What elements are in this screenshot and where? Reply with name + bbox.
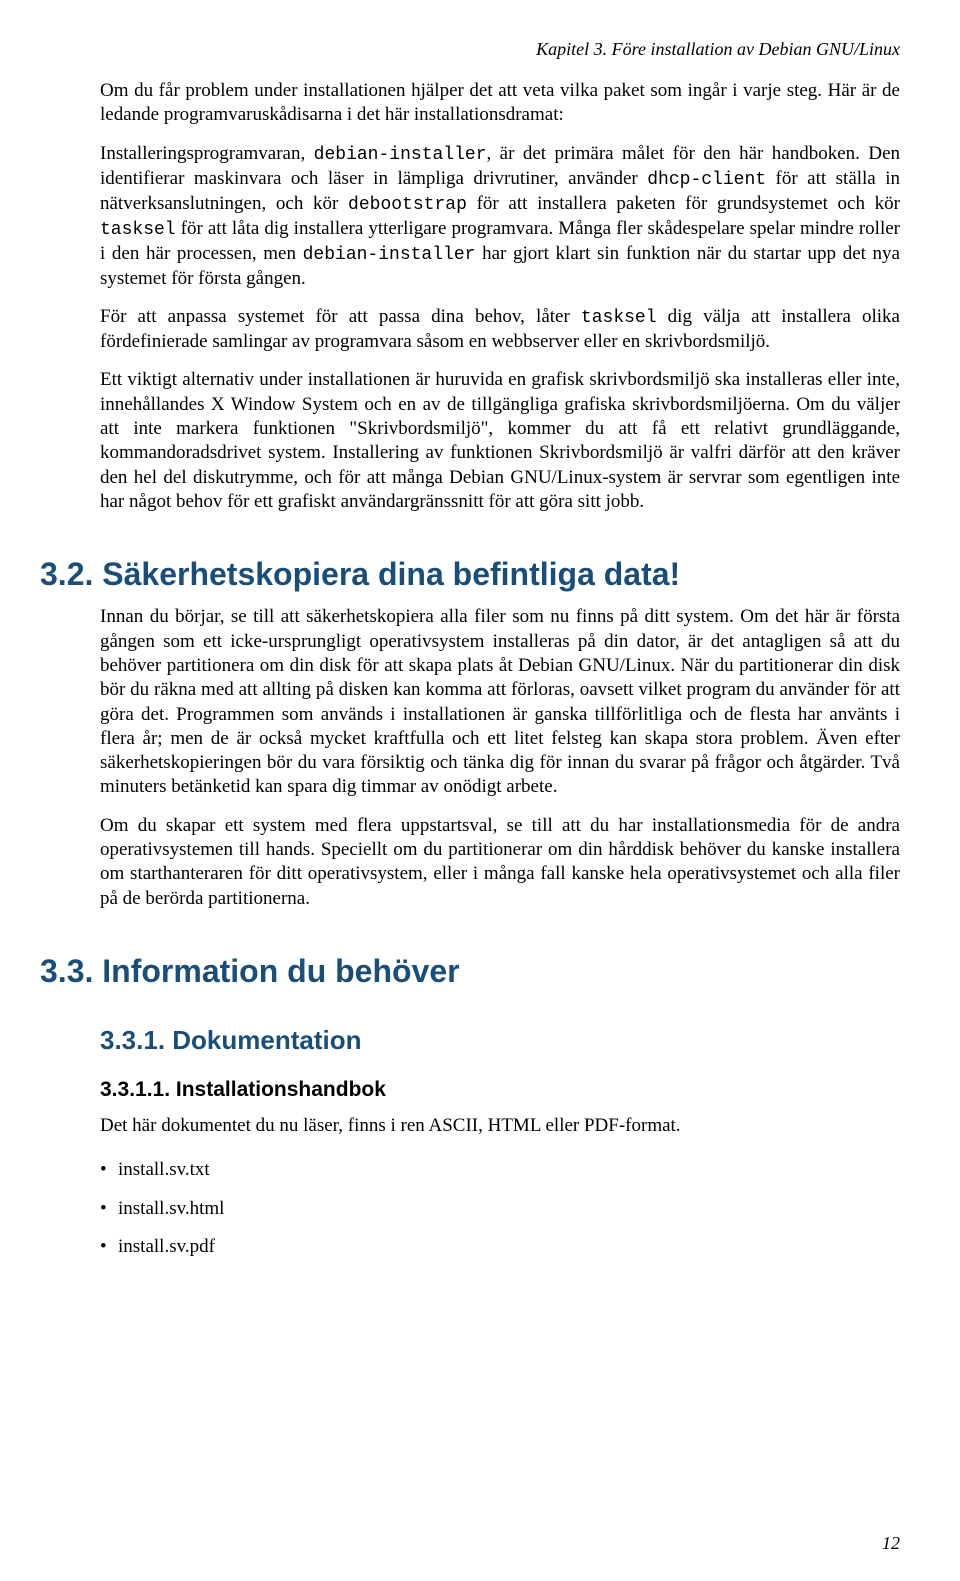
subsection-heading-3-3-1: 3.3.1. Dokumentation (100, 1024, 900, 1057)
body-text-block: Om du får problem under installationen h… (40, 79, 900, 514)
subsubsection-heading-3-3-1-1: 3.3.1.1. Installationshandbok (100, 1077, 900, 1104)
paragraph: Ett viktigt alternativ under installatio… (100, 368, 900, 514)
text-run: Installeringsprogramvaran, (100, 143, 314, 164)
section-heading-3-2: 3.2. Säkerhetskopiera dina befintliga da… (40, 554, 900, 595)
code-literal: debootstrap (348, 195, 467, 215)
code-literal: tasksel (100, 220, 176, 240)
section-3-2-body: Innan du börjar, se till att säkerhetsko… (40, 605, 900, 911)
running-head: Kapitel 3. Före installation av Debian G… (40, 38, 900, 61)
list-item: install.sv.html (100, 1197, 900, 1221)
page-number: 12 (882, 1532, 900, 1555)
text-run: för att installera paketen för grundsyst… (467, 193, 900, 214)
section-3-3-body: 3.3.1. Dokumentation 3.3.1.1. Installati… (40, 1024, 900, 1259)
paragraph: För att anpassa systemet för att passa d… (100, 305, 900, 354)
paragraph: Installeringsprogramvaran, debian-instal… (100, 142, 900, 291)
paragraph: Det här dokumentet du nu läser, finns i … (100, 1114, 900, 1138)
code-literal: dhcp-client (647, 170, 766, 190)
text-run: För att anpassa systemet för att passa d… (100, 306, 581, 327)
page: Kapitel 3. Före installation av Debian G… (0, 0, 960, 1581)
code-literal: tasksel (581, 308, 657, 328)
list-item: install.sv.pdf (100, 1235, 900, 1259)
list-item: install.sv.txt (100, 1158, 900, 1182)
code-literal: debian-installer (314, 145, 487, 165)
paragraph: Om du får problem under installationen h… (100, 79, 900, 128)
paragraph: Om du skapar ett system med flera uppsta… (100, 814, 900, 911)
code-literal: debian-installer (303, 245, 476, 265)
section-heading-3-3: 3.3. Information du behöver (40, 951, 900, 992)
file-list: install.sv.txt install.sv.html install.s… (100, 1158, 900, 1259)
paragraph: Innan du börjar, se till att säkerhetsko… (100, 605, 900, 800)
